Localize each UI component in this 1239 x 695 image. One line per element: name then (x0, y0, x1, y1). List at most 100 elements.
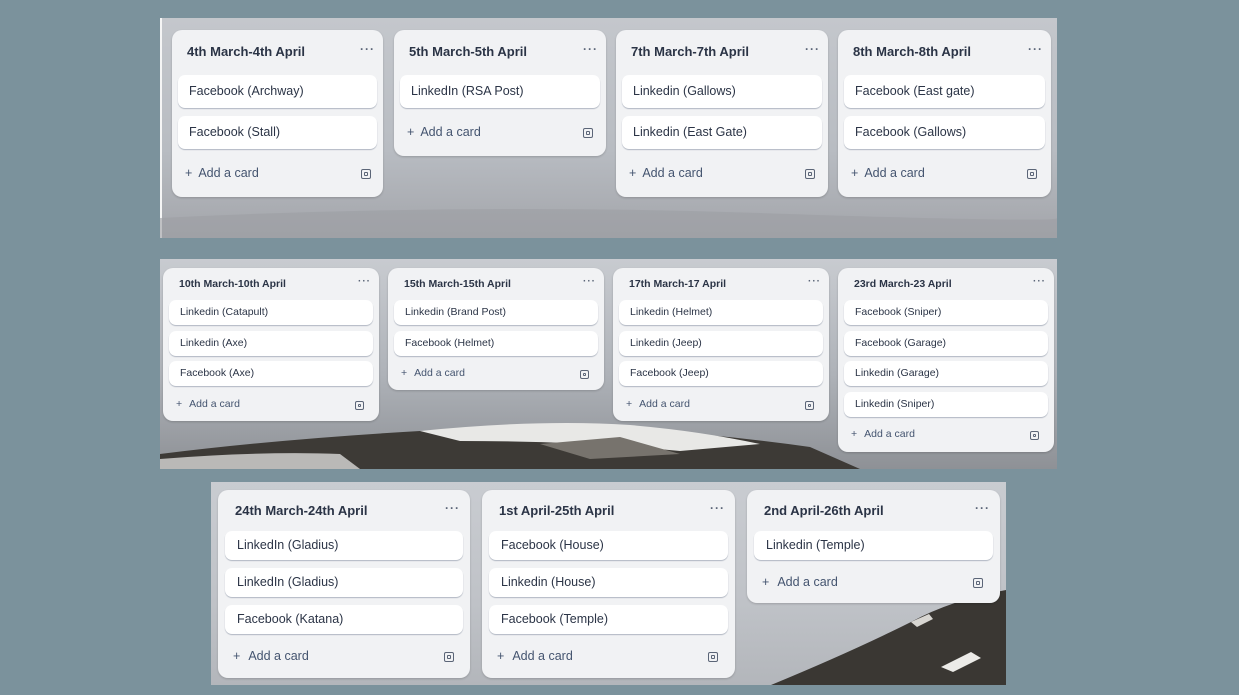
list-title[interactable]: 4th March-4th April (187, 44, 305, 59)
card[interactable]: LinkedIn (Gladius) (225, 531, 463, 560)
ellipsis-icon[interactable]: ··· (445, 501, 460, 515)
card-template-icon[interactable] (361, 169, 371, 179)
card[interactable]: Facebook (Temple) (489, 605, 728, 634)
plus-icon: + (497, 649, 505, 663)
card[interactable]: Facebook (Axe) (169, 361, 373, 386)
plus-icon: + (851, 428, 858, 440)
add-card-label: Add a card (189, 398, 240, 410)
card[interactable]: Facebook (Stall) (178, 116, 377, 149)
card[interactable]: Facebook (Helmet) (394, 331, 598, 356)
list-title[interactable]: 23rd March-23 April (854, 278, 952, 290)
list-title[interactable]: 1st April-25th April (499, 503, 614, 518)
plus-icon: + (626, 398, 633, 410)
card[interactable]: Linkedin (Temple) (754, 531, 993, 560)
list-title[interactable]: 17th March-17 April (629, 278, 726, 290)
add-card-button[interactable]: + Add a card (407, 125, 481, 139)
card-template-icon[interactable] (1027, 169, 1037, 179)
add-card-button[interactable]: + Add a card (762, 575, 838, 589)
ellipsis-icon[interactable]: ··· (805, 42, 820, 56)
add-card-button[interactable]: + Add a card (626, 398, 690, 410)
card[interactable]: Facebook (Jeep) (619, 361, 823, 386)
ellipsis-icon[interactable]: ··· (583, 276, 596, 287)
add-card-label: Add a card (512, 649, 573, 663)
card[interactable]: Facebook (House) (489, 531, 728, 560)
card-template-icon[interactable] (805, 169, 815, 179)
ellipsis-icon[interactable]: ··· (1028, 42, 1043, 56)
ellipsis-icon[interactable]: ··· (583, 42, 598, 56)
card[interactable]: Linkedin (Axe) (169, 331, 373, 356)
list-column: 17th March-17 April ··· Linkedin (Helmet… (613, 268, 829, 421)
list-title[interactable]: 24th March-24th April (235, 503, 367, 518)
card[interactable]: Linkedin (Helmet) (619, 300, 823, 325)
card-template-icon[interactable] (805, 401, 814, 410)
list-column: 23rd March-23 April ··· Facebook (Sniper… (838, 268, 1054, 452)
add-card-label: Add a card (198, 166, 259, 180)
add-card-label: Add a card (420, 125, 481, 139)
card[interactable]: Facebook (East gate) (844, 75, 1045, 108)
plus-icon: + (401, 367, 408, 379)
add-card-label: Add a card (414, 367, 465, 379)
card-template-icon[interactable] (355, 401, 364, 410)
list-title[interactable]: 2nd April-26th April (764, 503, 884, 518)
plus-icon: + (407, 125, 415, 139)
card-template-icon[interactable] (580, 370, 589, 379)
list-title[interactable]: 5th March-5th April (409, 44, 527, 59)
ellipsis-icon[interactable]: ··· (710, 501, 725, 515)
ellipsis-icon[interactable]: ··· (975, 501, 990, 515)
add-card-label: Add a card (248, 649, 309, 663)
ellipsis-icon[interactable]: ··· (358, 276, 371, 287)
list-title[interactable]: 7th March-7th April (631, 44, 749, 59)
add-card-button[interactable]: + Add a card (233, 649, 309, 663)
plus-icon: + (762, 575, 770, 589)
ellipsis-icon[interactable]: ··· (360, 42, 375, 56)
list-column: 2nd April-26th April ··· Linkedin (Templ… (747, 490, 1000, 603)
card-template-icon[interactable] (1030, 431, 1039, 440)
list-column: 24th March-24th April ··· LinkedIn (Glad… (218, 490, 470, 678)
list-column: 7th March-7th April ··· Linkedin (Gallow… (616, 30, 828, 197)
card[interactable]: Linkedin (House) (489, 568, 728, 597)
card[interactable]: Linkedin (Garage) (844, 361, 1048, 386)
card[interactable]: Linkedin (Jeep) (619, 331, 823, 356)
list-title[interactable]: 15th March-15th April (404, 278, 511, 290)
add-card-label: Add a card (864, 428, 915, 440)
add-card-button[interactable]: + Add a card (851, 166, 925, 180)
card[interactable]: Facebook (Sniper) (844, 300, 1048, 325)
card[interactable]: Linkedin (Brand Post) (394, 300, 598, 325)
card-template-icon[interactable] (973, 578, 983, 588)
list-title[interactable]: 8th March-8th April (853, 44, 971, 59)
add-card-label: Add a card (777, 575, 838, 589)
plus-icon: + (851, 166, 859, 180)
card[interactable]: Facebook (Katana) (225, 605, 463, 634)
add-card-label: Add a card (639, 398, 690, 410)
add-card-label: Add a card (864, 166, 925, 180)
card[interactable]: LinkedIn (Gladius) (225, 568, 463, 597)
add-card-button[interactable]: + Add a card (629, 166, 703, 180)
ellipsis-icon[interactable]: ··· (808, 276, 821, 287)
add-card-button[interactable]: + Add a card (185, 166, 259, 180)
card[interactable]: Facebook (Garage) (844, 331, 1048, 356)
card[interactable]: Facebook (Archway) (178, 75, 377, 108)
plus-icon: + (233, 649, 241, 663)
list-column: 5th March-5th April ··· LinkedIn (RSA Po… (394, 30, 606, 156)
add-card-button[interactable]: + Add a card (176, 398, 240, 410)
card[interactable]: Linkedin (East Gate) (622, 116, 822, 149)
list-title[interactable]: 10th March-10th April (179, 278, 286, 290)
ellipsis-icon[interactable]: ··· (1033, 276, 1046, 287)
card-template-icon[interactable] (708, 652, 718, 662)
board-panel-2: 10th March-10th April ··· Linkedin (Cata… (160, 259, 1057, 469)
list-column: 15th March-15th April ··· Linkedin (Bran… (388, 268, 604, 390)
add-card-button[interactable]: + Add a card (497, 649, 573, 663)
card-template-icon[interactable] (444, 652, 454, 662)
card[interactable]: Facebook (Gallows) (844, 116, 1045, 149)
plus-icon: + (185, 166, 193, 180)
card[interactable]: Linkedin (Catapult) (169, 300, 373, 325)
add-card-button[interactable]: + Add a card (851, 428, 915, 440)
list-column: 10th March-10th April ··· Linkedin (Cata… (163, 268, 379, 421)
card[interactable]: LinkedIn (RSA Post) (400, 75, 600, 108)
card-template-icon[interactable] (583, 128, 593, 138)
list-column: 1st April-25th April ··· Facebook (House… (482, 490, 735, 678)
card[interactable]: Linkedin (Gallows) (622, 75, 822, 108)
list-column: 8th March-8th April ··· Facebook (East g… (838, 30, 1051, 197)
card[interactable]: Linkedin (Sniper) (844, 392, 1048, 417)
add-card-button[interactable]: + Add a card (401, 367, 465, 379)
